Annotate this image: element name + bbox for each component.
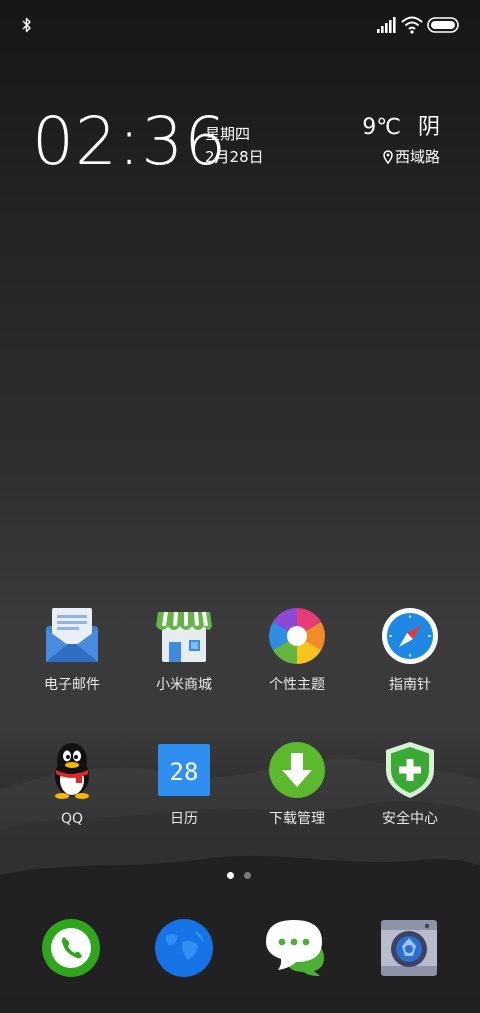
wifi-icon — [401, 16, 423, 34]
theme-icon — [267, 606, 327, 666]
location-name: 西域路 — [394, 148, 440, 166]
download-icon — [267, 740, 327, 800]
battery-icon — [427, 17, 459, 33]
dock-camera[interactable] — [377, 916, 441, 980]
app-email[interactable]: 电子邮件 — [16, 606, 128, 710]
page-dot-1[interactable] — [227, 872, 234, 879]
app-label: 电子邮件 — [44, 677, 100, 693]
app-downloads[interactable]: 下载管理 — [241, 740, 353, 844]
globe-icon — [155, 919, 213, 977]
security-shield-icon — [380, 740, 440, 800]
status-bar — [0, 0, 480, 52]
weather-widget[interactable]: 9℃ 阴 — [362, 114, 440, 142]
app-label: 下载管理 — [269, 811, 325, 827]
calendar-icon: 28 — [154, 740, 214, 800]
weather-location: 西域路 — [383, 147, 440, 167]
calendar-day: 28 — [170, 758, 199, 786]
app-compass[interactable]: 指南针 — [354, 606, 466, 710]
qq-penguin-icon — [42, 740, 102, 800]
location-pin-icon — [383, 150, 393, 164]
app-label: 小米商城 — [156, 677, 212, 693]
app-qq[interactable]: QQ — [16, 740, 128, 844]
page-dot-2[interactable] — [244, 872, 251, 879]
app-calendar[interactable]: 28 日历 — [128, 740, 240, 844]
app-mi-store[interactable]: 小米商城 — [128, 606, 240, 710]
email-icon — [42, 606, 102, 666]
page-indicator[interactable] — [227, 872, 251, 879]
app-label: 日历 — [170, 811, 198, 827]
phone-icon — [42, 919, 100, 977]
weather-condition: 阴 — [417, 115, 440, 140]
compass-icon — [380, 606, 440, 666]
camera-icon — [381, 920, 437, 976]
dock-messages[interactable] — [264, 916, 328, 980]
dock-phone[interactable] — [39, 916, 103, 980]
clock-weekday: 星期四 — [205, 125, 251, 143]
app-label: 指南针 — [389, 677, 431, 693]
signal-icon — [377, 17, 396, 33]
clock-date: 2月28日 — [205, 148, 264, 166]
app-label: 个性主题 — [269, 677, 325, 693]
bluetooth-icon — [22, 17, 31, 33]
store-icon — [154, 606, 214, 666]
clock-time[interactable]: 02:36 — [32, 106, 227, 178]
app-security[interactable]: 安全中心 — [354, 740, 466, 844]
app-label: 安全中心 — [382, 811, 438, 827]
app-label: QQ — [60, 811, 84, 827]
weather-temperature: 9℃ — [362, 115, 401, 140]
app-themes[interactable]: 个性主题 — [241, 606, 353, 710]
message-icon — [266, 920, 324, 976]
dock-browser[interactable] — [152, 916, 216, 980]
